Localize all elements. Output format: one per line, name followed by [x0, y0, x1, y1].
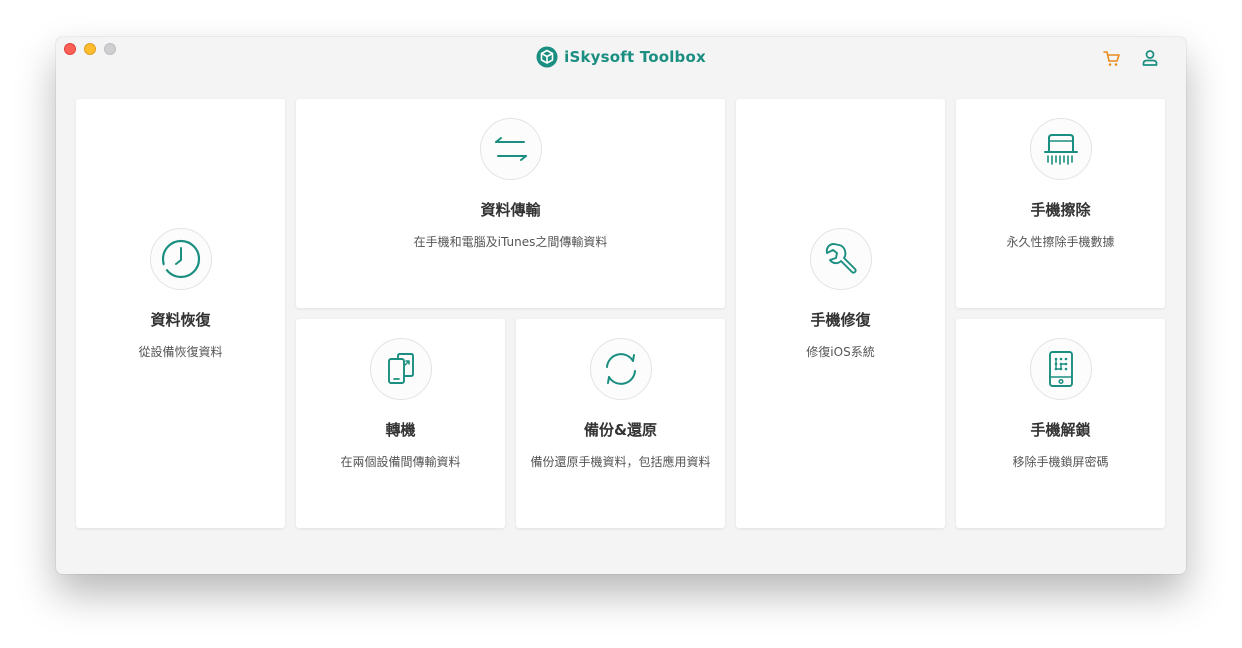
card-icon-wrap [1029, 118, 1092, 180]
card-icon-wrap [809, 228, 872, 290]
card-phone-unlock[interactable]: 手機解鎖 移除手機鎖屏密碼 [956, 319, 1165, 528]
card-phone-erase[interactable]: 手機擦除 永久性擦除手機數據 [956, 99, 1165, 308]
card-icon-wrap [479, 118, 542, 180]
card-description: 備份還原手機資料，包括應用資料 [530, 455, 711, 469]
card-icon-wrap [369, 338, 432, 400]
card-description: 修復iOS系統 [806, 345, 875, 359]
card-icon-wrap [1029, 338, 1092, 400]
card-title: 轉機 [385, 421, 416, 439]
title-bar: iSkysoft Toolbox [56, 46, 1186, 68]
app-window: iSkysoft Toolbox 資料恢復 從設備恢復資料 資料傳輸 在手機和電… [56, 37, 1186, 574]
clock-icon [161, 239, 200, 279]
card-data-transfer[interactable]: 資料傳輸 在手機和電腦及iTunes之間傳輸資料 [296, 99, 725, 308]
card-icon-wrap [589, 338, 652, 400]
card-title: 手機解鎖 [1030, 421, 1091, 439]
sync-icon [605, 353, 636, 385]
card-icon-wrap [149, 228, 212, 290]
user-icon[interactable] [1140, 48, 1160, 68]
phone-to-phone-icon [387, 353, 414, 384]
wrench-icon [825, 243, 857, 274]
card-title: 資料恢復 [150, 311, 211, 329]
shredder-icon [1043, 134, 1078, 165]
card-description: 在手機和電腦及iTunes之間傳輸資料 [413, 235, 608, 249]
transfer-arrows-icon [494, 137, 527, 161]
app-title: iSkysoft Toolbox [564, 48, 706, 66]
card-description: 移除手機鎖屏密碼 [1012, 455, 1109, 469]
card-title: 手機擦除 [1030, 201, 1091, 219]
cart-icon[interactable] [1102, 48, 1122, 68]
app-logo-icon [536, 46, 558, 68]
card-description: 從設備恢復資料 [138, 345, 223, 359]
header-actions [1102, 48, 1160, 68]
card-data-recovery[interactable]: 資料恢復 從設備恢復資料 [76, 99, 285, 528]
card-title: 手機修復 [810, 311, 871, 329]
card-description: 在兩個設備間傳輸資料 [340, 455, 461, 469]
card-description: 永久性擦除手機數據 [1006, 235, 1115, 249]
card-phone-switch[interactable]: 轉機 在兩個設備間傳輸資料 [296, 319, 505, 528]
card-backup-restore[interactable]: 備份&還原 備份還原手機資料，包括應用資料 [516, 319, 725, 528]
phone-lock-icon [1048, 351, 1073, 387]
card-title: 備份&還原 [583, 421, 658, 439]
card-phone-repair[interactable]: 手機修復 修復iOS系統 [736, 99, 945, 528]
card-title: 資料傳輸 [480, 201, 541, 219]
